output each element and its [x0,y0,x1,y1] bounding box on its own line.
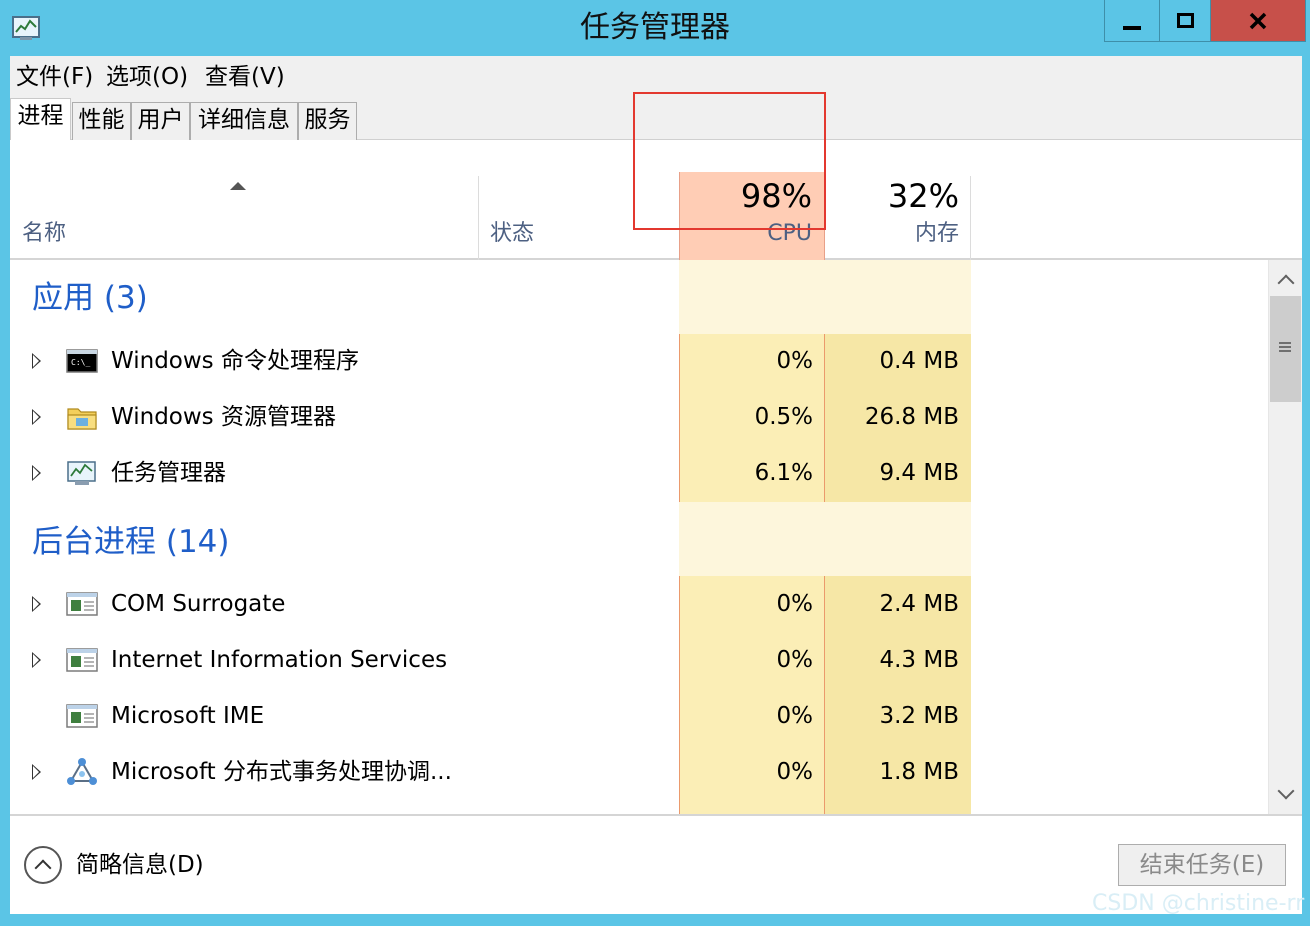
menu-options[interactable]: 选项(O) [106,62,188,92]
cpu-highlight-annotation [633,92,826,230]
process-cpu: 0% [776,348,814,374]
memory-total-percent: 32% [887,177,959,215]
close-button[interactable] [1210,0,1306,42]
folder-icon [67,408,97,430]
process-memory: 2.4 MB [879,591,959,617]
chevron-down-icon [1277,782,1295,800]
task-manager-window: 任务管理器 文件(F) 选项(O) 查看(V) 进程 性能 用户 详细信息 服务 [0,0,1310,926]
process-cpu: 0% [776,759,814,785]
minimize-button[interactable] [1104,0,1160,42]
table-row[interactable]: COM Surrogate 0% 2.4 MB [10,577,1268,633]
window-app-icon [66,704,98,728]
group-row-band [679,502,971,576]
fewer-details-toggle[interactable] [24,846,62,884]
cmd-icon: C:\_ [66,349,98,373]
minimize-icon [1123,25,1141,30]
process-cpu: 0% [776,647,814,673]
maximize-icon [1176,13,1194,28]
process-cpu: 0.5% [754,404,813,430]
window-app-icon [66,592,98,616]
svg-text:C:\_: C:\_ [71,358,90,367]
window-app-icon [66,648,98,672]
task-manager-icon [67,461,96,485]
group-row-band [679,260,971,334]
end-task-button[interactable]: 结束任务(E) [1118,844,1286,886]
network-nodes-icon [67,758,97,785]
tab-performance[interactable]: 性能 [72,102,131,140]
tab-users[interactable]: 用户 [131,102,190,140]
process-name: Internet Information Services [111,647,448,673]
process-name: Windows 资源管理器 [111,404,336,430]
column-status[interactable]: 状态 [490,220,534,248]
expand-arrow-icon[interactable] [32,764,41,780]
process-cpu: 0% [776,703,814,729]
expand-arrow-icon[interactable] [32,652,41,668]
vertical-scrollbar[interactable] [1268,260,1302,814]
expand-arrow-icon[interactable] [32,353,41,369]
table-row[interactable]: Microsoft IME 0% 3.2 MB [10,689,1268,745]
maximize-button[interactable] [1159,0,1211,42]
process-memory: 3.2 MB [879,703,959,729]
process-memory: 26.8 MB [864,404,959,430]
expand-arrow-icon[interactable] [32,465,41,481]
group-apps-title[interactable]: 应用 (3) [32,278,148,318]
title-bar[interactable]: 任务管理器 [0,0,1310,56]
process-cpu: 0% [776,591,814,617]
process-cpu: 6.1% [754,460,813,486]
fewer-details-link[interactable]: 简略信息(D) [76,848,204,882]
scroll-down-button[interactable] [1269,776,1303,812]
process-memory: 9.4 MB [879,460,959,486]
process-name: Microsoft 分布式事务处理协调... [111,759,452,785]
close-icon [1249,12,1267,29]
expand-arrow-icon[interactable] [32,596,41,612]
process-name: 任务管理器 [111,460,226,486]
tab-processes[interactable]: 进程 [10,98,71,141]
process-name: COM Surrogate [111,591,286,617]
chevron-up-icon [34,859,52,877]
table-row[interactable]: C:\_ Windows 命令处理程序 0% 0.4 MB [10,334,1268,390]
process-memory: 0.4 MB [879,348,959,374]
sort-ascending-icon [230,182,246,190]
grip-icon [1279,342,1291,344]
process-name: Windows 命令处理程序 [111,348,359,374]
group-background-title[interactable]: 后台进程 (14) [32,522,230,562]
table-row[interactable]: Microsoft 分布式事务处理协调... 0% 1.8 MB [10,745,1268,801]
tab-services[interactable]: 服务 [298,102,357,140]
memory-column-label: 内存 [914,221,959,246]
column-divider[interactable] [478,176,479,260]
process-name: Microsoft IME [111,703,265,729]
table-row[interactable]: Internet Information Services 0% 4.3 MB [10,633,1268,689]
expand-arrow-icon[interactable] [32,409,41,425]
table-row[interactable]: 任务管理器 6.1% 9.4 MB [10,446,1268,502]
column-memory[interactable]: 32% 内存 [825,172,971,260]
process-list: 应用 (3) C:\_ Windows 命令处理程序 0% 0.4 MB Win… [10,260,1268,814]
process-memory: 4.3 MB [879,647,959,673]
menu-view[interactable]: 查看(V) [205,62,285,92]
tab-details[interactable]: 详细信息 [190,102,298,140]
menu-file[interactable]: 文件(F) [16,62,93,92]
scroll-up-button[interactable] [1269,262,1303,298]
menu-bar: 文件(F) 选项(O) 查看(V) [10,56,1302,96]
watermark: CSDN @christine-rr [1092,891,1305,916]
scroll-thumb[interactable] [1270,296,1301,402]
column-name[interactable]: 名称 [22,220,66,248]
process-memory: 1.8 MB [879,759,959,785]
chevron-up-icon [1277,274,1295,292]
table-row[interactable]: Windows 资源管理器 0.5% 26.8 MB [10,390,1268,446]
